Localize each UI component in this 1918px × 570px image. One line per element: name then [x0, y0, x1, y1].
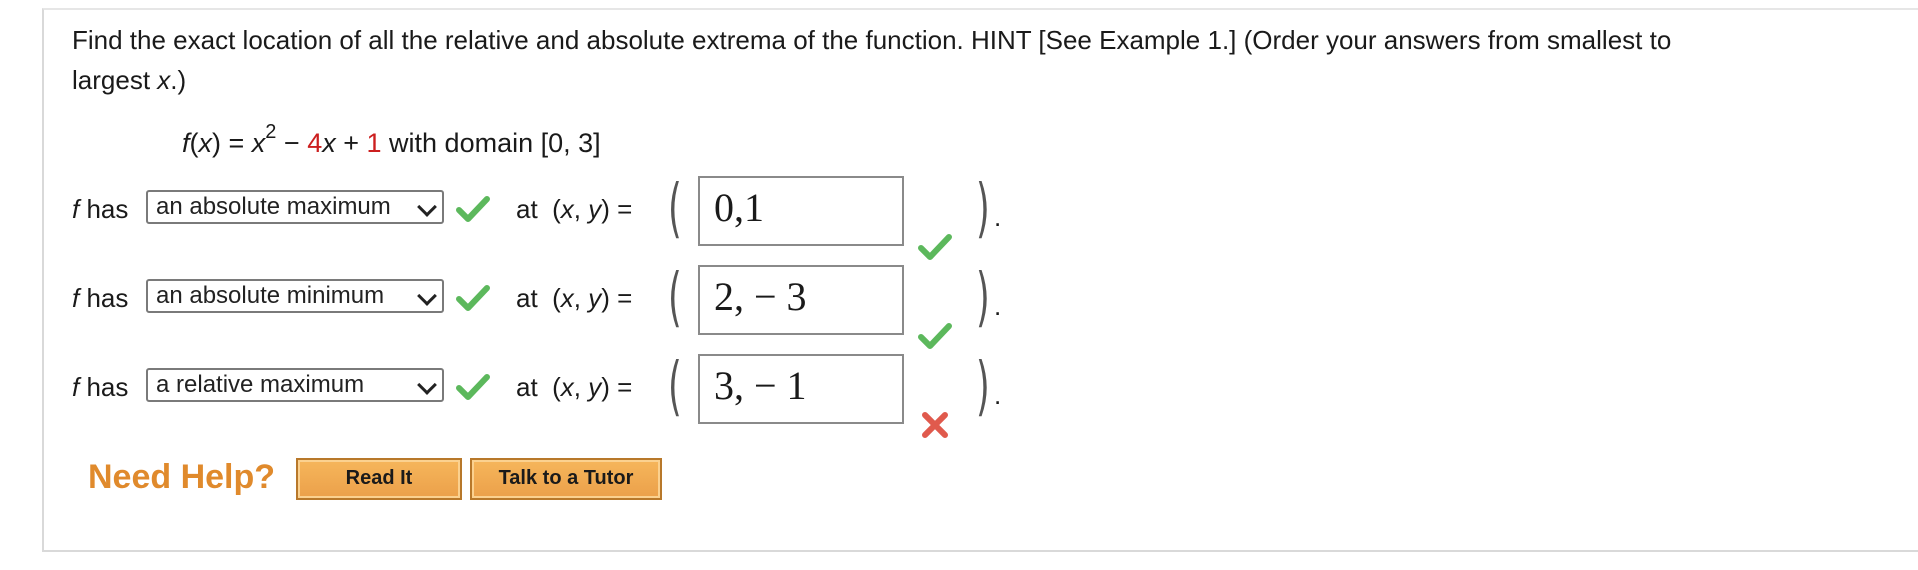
function-expression: f(x) = x2 − 4x + 1 with domain [0, 3]	[182, 121, 601, 158]
cross-icon	[922, 412, 948, 438]
domain-text: with domain [0, 3]	[381, 128, 601, 158]
close-paren: )	[976, 172, 990, 246]
open-paren: (	[668, 261, 682, 335]
answer-input[interactable]: 3, − 1	[698, 354, 904, 424]
extremum-type-select[interactable]: an absolute maximum	[146, 190, 444, 224]
open-paren: (	[668, 172, 682, 246]
at-label: at (x, y) =	[516, 194, 633, 224]
extremum-type-select[interactable]: a relative maximum	[146, 368, 444, 402]
chevron-down-icon	[417, 197, 437, 217]
constant: 1	[366, 128, 382, 158]
answer-row-3: f has a relative maximum at (x, y) = ( 3…	[72, 350, 1072, 438]
need-help-label: Need Help?	[88, 458, 276, 496]
check-icon	[918, 234, 952, 260]
chevron-down-icon	[417, 286, 437, 306]
at-label: at (x, y) =	[516, 372, 633, 402]
close-paren: )	[976, 350, 990, 424]
at-label: at (x, y) =	[516, 283, 633, 313]
answer-input[interactable]: 0,1	[698, 176, 904, 246]
period: .	[994, 380, 1002, 410]
row-prefix: f has	[72, 283, 129, 313]
answer-row-1: f has an absolute maximum at (x, y) = ( …	[72, 172, 1072, 260]
row-prefix: f has	[72, 194, 129, 224]
check-icon	[918, 323, 952, 349]
check-icon	[456, 196, 490, 222]
check-icon	[456, 285, 490, 311]
chevron-down-icon	[417, 375, 437, 395]
row-prefix: f has	[72, 372, 129, 402]
read-it-button[interactable]: Read It	[296, 458, 462, 500]
answer-input[interactable]: 2, − 3	[698, 265, 904, 335]
period: .	[994, 202, 1002, 232]
exponent: 2	[265, 121, 277, 143]
extremum-type-select[interactable]: an absolute minimum	[146, 279, 444, 313]
talk-to-tutor-button[interactable]: Talk to a Tutor	[470, 458, 662, 500]
close-paren: )	[976, 261, 990, 335]
open-paren: (	[668, 350, 682, 424]
period: .	[994, 291, 1002, 321]
answer-row-2: f has an absolute minimum at (x, y) = ( …	[72, 261, 1072, 349]
coefficient: 4	[307, 128, 323, 158]
check-icon	[456, 374, 490, 400]
question-text-line1: Find the exact location of all the relat…	[72, 25, 1672, 55]
question-text-line2: largest x.)	[72, 65, 187, 95]
